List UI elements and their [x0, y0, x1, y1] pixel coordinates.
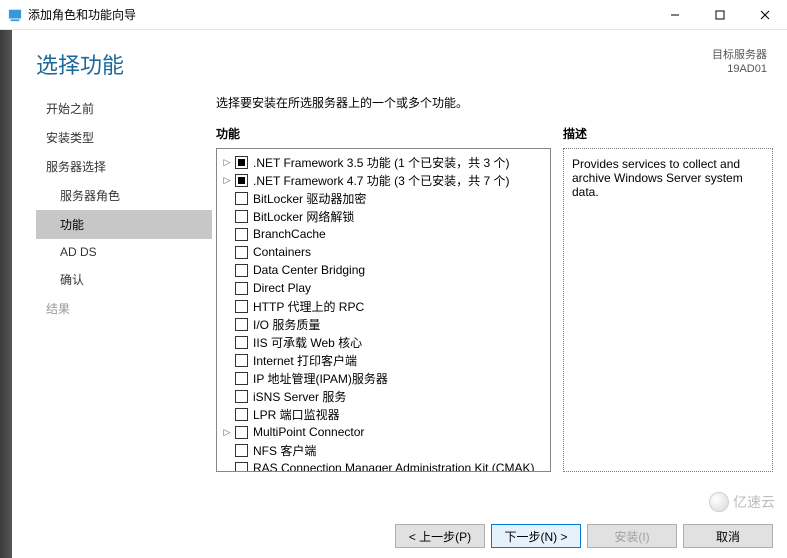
- tree-label: BranchCache: [253, 227, 326, 241]
- minimize-button[interactable]: [652, 0, 697, 30]
- tree-row[interactable]: Direct Play: [219, 279, 548, 297]
- wizard-footer: < 上一步(P) 下一步(N) > 安装(I) 取消: [395, 524, 773, 548]
- checkbox[interactable]: [235, 408, 248, 421]
- tree-label: BitLocker 网络解锁: [253, 208, 354, 225]
- nav-item-7: 结果: [36, 294, 212, 323]
- checkbox[interactable]: [235, 354, 248, 367]
- checkbox[interactable]: [235, 462, 248, 473]
- watermark-text: 亿速云: [733, 492, 775, 512]
- watermark: 亿速云: [709, 492, 775, 512]
- tree-row[interactable]: ▷ .NET Framework 3.5 功能 (1 个已安装，共 3 个): [219, 153, 548, 171]
- tree-row[interactable]: LPR 端口监视器: [219, 405, 548, 423]
- nav-item-1[interactable]: 安装类型: [36, 123, 212, 152]
- tree-row[interactable]: ▷ .NET Framework 4.7 功能 (3 个已安装，共 7 个): [219, 171, 548, 189]
- page-title: 选择功能: [36, 48, 124, 80]
- expander-icon[interactable]: ▷: [221, 175, 233, 186]
- tree-row[interactable]: BitLocker 网络解锁: [219, 207, 548, 225]
- checkbox[interactable]: [235, 372, 248, 385]
- tree-label: Direct Play: [253, 281, 311, 295]
- tree-row[interactable]: I/O 服务质量: [219, 315, 548, 333]
- checkbox[interactable]: [235, 192, 248, 205]
- nav-item-6[interactable]: 确认: [36, 265, 212, 294]
- dest-value: 19AD01: [712, 62, 767, 76]
- app-icon: [8, 8, 22, 22]
- titlebar: 添加角色和功能向导: [0, 0, 787, 30]
- checkbox[interactable]: [235, 426, 248, 439]
- checkbox[interactable]: [235, 246, 248, 259]
- checkbox[interactable]: [235, 444, 248, 457]
- tree-label: Internet 打印客户端: [253, 352, 357, 369]
- checkbox[interactable]: [235, 264, 248, 277]
- tree-label: .NET Framework 3.5 功能 (1 个已安装，共 3 个): [253, 154, 509, 171]
- expander-icon[interactable]: ▷: [221, 427, 233, 438]
- tree-row[interactable]: NFS 客户端: [219, 441, 548, 459]
- window-title: 添加角色和功能向导: [28, 6, 136, 23]
- tree-label: BitLocker 驱动器加密: [253, 190, 366, 207]
- checkbox[interactable]: [235, 282, 248, 295]
- tree-label: IP 地址管理(IPAM)服务器: [253, 370, 388, 387]
- tree-row[interactable]: IIS 可承载 Web 核心: [219, 333, 548, 351]
- tree-row[interactable]: iSNS Server 服务: [219, 387, 548, 405]
- wizard-nav: 开始之前安装类型服务器选择服务器角色功能AD DS确认结果: [36, 90, 212, 472]
- features-tree[interactable]: ▷ .NET Framework 3.5 功能 (1 个已安装，共 3 个) ▷ .N…: [216, 148, 551, 472]
- close-button[interactable]: [742, 0, 787, 30]
- watermark-icon: [709, 492, 729, 512]
- tree-row[interactable]: RAS Connection Manager Administration Ki…: [219, 459, 548, 472]
- checkbox[interactable]: [235, 228, 248, 241]
- left-accent-bar: [0, 30, 12, 558]
- description-label: 描述: [563, 125, 773, 142]
- checkbox[interactable]: [235, 318, 248, 331]
- checkbox[interactable]: [235, 210, 248, 223]
- tree-label: I/O 服务质量: [253, 316, 320, 333]
- tree-label: iSNS Server 服务: [253, 388, 346, 405]
- nav-item-4[interactable]: 功能: [36, 210, 212, 239]
- tree-row[interactable]: Data Center Bridging: [219, 261, 548, 279]
- tree-row[interactable]: HTTP 代理上的 RPC: [219, 297, 548, 315]
- prev-button[interactable]: < 上一步(P): [395, 524, 485, 548]
- checkbox[interactable]: [235, 300, 248, 313]
- next-button[interactable]: 下一步(N) >: [491, 524, 581, 548]
- tree-row[interactable]: BitLocker 驱动器加密: [219, 189, 548, 207]
- tree-label: NFS 客户端: [253, 442, 316, 459]
- instruction-text: 选择要安装在所选服务器上的一个或多个功能。: [216, 90, 773, 111]
- tree-label: Data Center Bridging: [253, 263, 365, 277]
- checkbox[interactable]: [235, 390, 248, 403]
- tree-row[interactable]: BranchCache: [219, 225, 548, 243]
- tree-label: MultiPoint Connector: [253, 425, 364, 439]
- checkbox[interactable]: [235, 174, 248, 187]
- tree-label: LPR 端口监视器: [253, 406, 340, 423]
- tree-row[interactable]: ▷ MultiPoint Connector: [219, 423, 548, 441]
- description-text: Provides services to collect and archive…: [572, 157, 743, 199]
- description-box: Provides services to collect and archive…: [563, 148, 773, 472]
- tree-row[interactable]: Containers: [219, 243, 548, 261]
- tree-label: Containers: [253, 245, 311, 259]
- tree-label: IIS 可承载 Web 核心: [253, 334, 362, 351]
- expander-icon[interactable]: ▷: [221, 157, 233, 168]
- install-button: 安装(I): [587, 524, 677, 548]
- tree-label: RAS Connection Manager Administration Ki…: [253, 461, 534, 472]
- tree-row[interactable]: Internet 打印客户端: [219, 351, 548, 369]
- tree-row[interactable]: IP 地址管理(IPAM)服务器: [219, 369, 548, 387]
- checkbox[interactable]: [235, 156, 248, 169]
- checkbox[interactable]: [235, 336, 248, 349]
- features-label: 功能: [216, 125, 551, 142]
- tree-label: .NET Framework 4.7 功能 (3 个已安装，共 7 个): [253, 172, 509, 189]
- nav-item-2[interactable]: 服务器选择: [36, 152, 212, 181]
- dest-label: 目标服务器: [712, 48, 767, 62]
- nav-item-5[interactable]: AD DS: [36, 239, 212, 265]
- destination-server-info: 目标服务器 19AD01: [712, 48, 767, 77]
- tree-label: HTTP 代理上的 RPC: [253, 298, 364, 315]
- maximize-button[interactable]: [697, 0, 742, 30]
- nav-item-3[interactable]: 服务器角色: [36, 181, 212, 210]
- cancel-button[interactable]: 取消: [683, 524, 773, 548]
- nav-item-0[interactable]: 开始之前: [36, 94, 212, 123]
